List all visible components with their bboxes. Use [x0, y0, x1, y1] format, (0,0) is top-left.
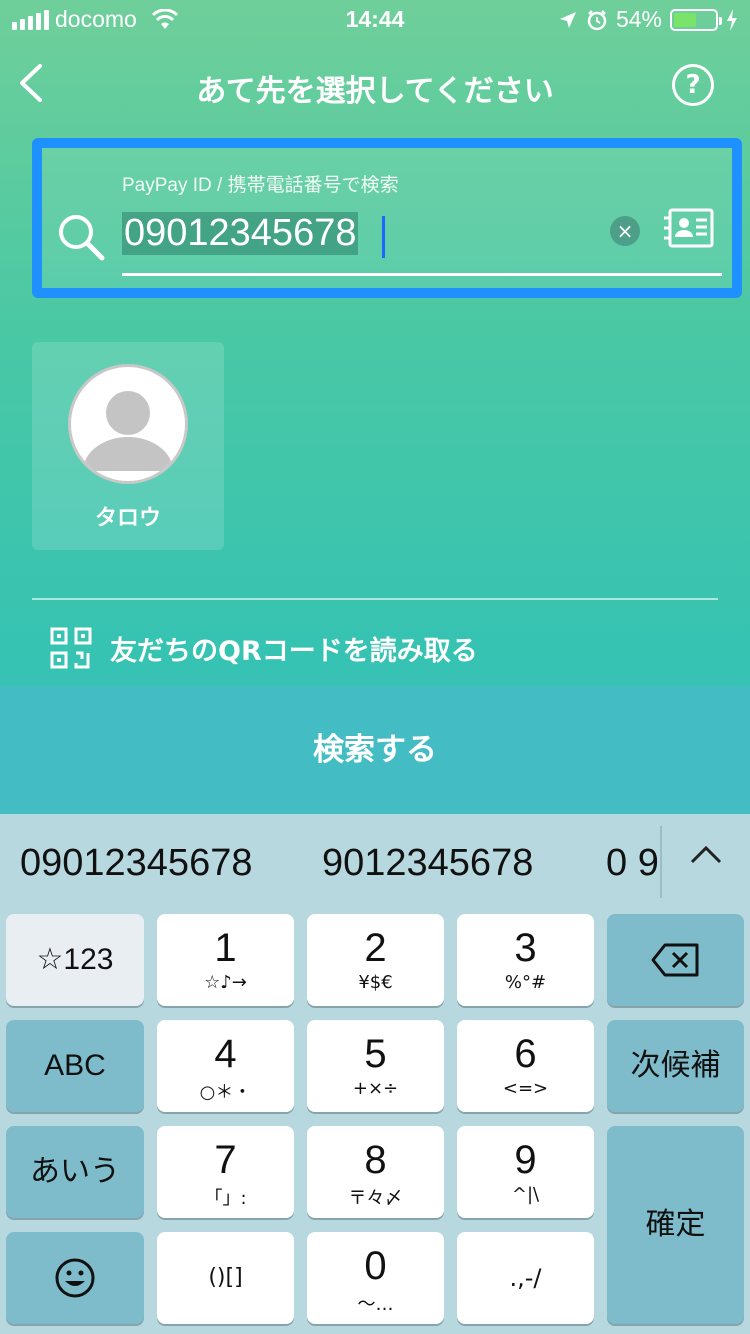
kana-key-label: あいう: [30, 1154, 120, 1189]
suggestion-bar: 09012345678 9012345678 0 9: [0, 814, 750, 906]
key-7-main: 7: [214, 1138, 237, 1182]
suggestion-item[interactable]: 9012345678: [322, 842, 533, 885]
next-candidate-key[interactable]: 次候補: [607, 1020, 744, 1112]
text-caret: [382, 216, 385, 258]
chevron-up-icon[interactable]: [686, 840, 726, 870]
search-button[interactable]: 検索する: [0, 686, 750, 814]
app-screen: docomo 14:44 54% あて先を選択してください ? PayPay I…: [0, 0, 750, 814]
person-icon: [83, 391, 173, 471]
key-7[interactable]: 7 「」:: [157, 1126, 294, 1218]
key-2-main: 2: [364, 926, 387, 970]
emoji-icon: [55, 1258, 95, 1298]
key-9-sub: ^|\: [511, 1184, 540, 1205]
abc-key-label: ABC: [44, 1049, 106, 1082]
key-6-main: 6: [514, 1032, 537, 1076]
key-7-sub: 「」:: [204, 1188, 247, 1209]
scan-qr-label: 友だちのQRコードを読み取る: [110, 635, 478, 667]
kana-key[interactable]: あいう: [6, 1126, 144, 1218]
contact-name: タロウ: [94, 506, 161, 531]
punctuation-key[interactable]: .,-/: [457, 1232, 594, 1324]
delete-key[interactable]: [607, 914, 744, 1006]
brackets-key-label: ()[]: [208, 1265, 243, 1290]
search-input-value: 09012345678: [122, 212, 359, 255]
key-3-sub: %°#: [504, 972, 547, 993]
contacts-icon[interactable]: [664, 204, 716, 250]
battery-icon: [670, 8, 722, 31]
symbols-key-label: ☆123: [36, 943, 114, 976]
scan-qr-row[interactable]: 友だちのQRコードを読み取る: [50, 626, 478, 670]
key-5[interactable]: 5 +×÷: [307, 1020, 444, 1112]
backspace-icon: [651, 943, 698, 977]
key-3-main: 3: [514, 926, 537, 970]
recent-contact-card[interactable]: タロウ: [32, 342, 224, 550]
status-right: 54%: [558, 6, 738, 33]
confirm-key-label: 確定: [645, 1207, 706, 1242]
battery-fill: [674, 12, 696, 27]
search-box: PayPay ID / 携帯電話番号で検索 09012345678 ×: [32, 138, 742, 298]
key-2-sub: ¥$€: [358, 972, 393, 993]
key-2[interactable]: 2 ¥$€: [307, 914, 444, 1006]
keyboard: 09012345678 9012345678 0 9 ☆123 1 ☆♪→ 2 …: [0, 814, 750, 1334]
charging-icon: [727, 8, 737, 31]
next-candidate-label: 次候補: [630, 1048, 721, 1083]
alarm-icon: [587, 9, 607, 30]
symbols-key[interactable]: ☆123: [6, 914, 144, 1006]
location-icon: [559, 11, 576, 28]
key-9[interactable]: 9 ^|\: [457, 1126, 594, 1218]
abc-key[interactable]: ABC: [6, 1020, 144, 1112]
key-4-sub: ○＊・: [199, 1082, 252, 1103]
key-0-sub: 〜…: [357, 1294, 394, 1315]
help-button[interactable]: ?: [672, 64, 714, 106]
divider: [32, 598, 718, 600]
clear-input-button[interactable]: ×: [610, 216, 640, 246]
key-1-sub: ☆♪→: [204, 972, 247, 993]
suggestion-item[interactable]: 0 9: [606, 842, 660, 885]
punctuation-key-label: .,-/: [509, 1264, 542, 1292]
key-1-main: 1: [214, 926, 237, 970]
key-1[interactable]: 1 ☆♪→: [157, 914, 294, 1006]
battery-percent: 54%: [615, 6, 662, 32]
brackets-key[interactable]: ()[]: [157, 1232, 294, 1324]
nav-bar: あて先を選択してください ?: [0, 52, 750, 116]
page-title: あて先を選択してください: [196, 74, 554, 109]
key-3[interactable]: 3 %°#: [457, 914, 594, 1006]
key-4-main: 4: [214, 1032, 237, 1076]
key-0-main: 0: [364, 1244, 387, 1288]
key-8-sub: 〒々〆: [348, 1188, 403, 1209]
emoji-key[interactable]: [6, 1232, 144, 1324]
suggestion-divider: [660, 826, 662, 898]
avatar: [68, 364, 188, 484]
qr-code-icon: [50, 627, 92, 669]
key-9-main: 9: [514, 1138, 537, 1182]
status-bar: docomo 14:44 54%: [0, 0, 750, 40]
confirm-key[interactable]: 確定: [607, 1126, 744, 1324]
key-4[interactable]: 4 ○＊・: [157, 1020, 294, 1112]
key-6-sub: <=>: [502, 1078, 549, 1099]
search-label: PayPay ID / 携帯電話番号で検索: [122, 175, 399, 196]
key-8-main: 8: [364, 1138, 387, 1182]
key-5-sub: +×÷: [352, 1078, 399, 1099]
key-5-main: 5: [364, 1032, 387, 1076]
key-0[interactable]: 0 〜…: [307, 1232, 444, 1324]
suggestion-item[interactable]: 09012345678: [20, 842, 252, 885]
search-icon: [59, 215, 105, 261]
key-8[interactable]: 8 〒々〆: [307, 1126, 444, 1218]
key-6[interactable]: 6 <=>: [457, 1020, 594, 1112]
